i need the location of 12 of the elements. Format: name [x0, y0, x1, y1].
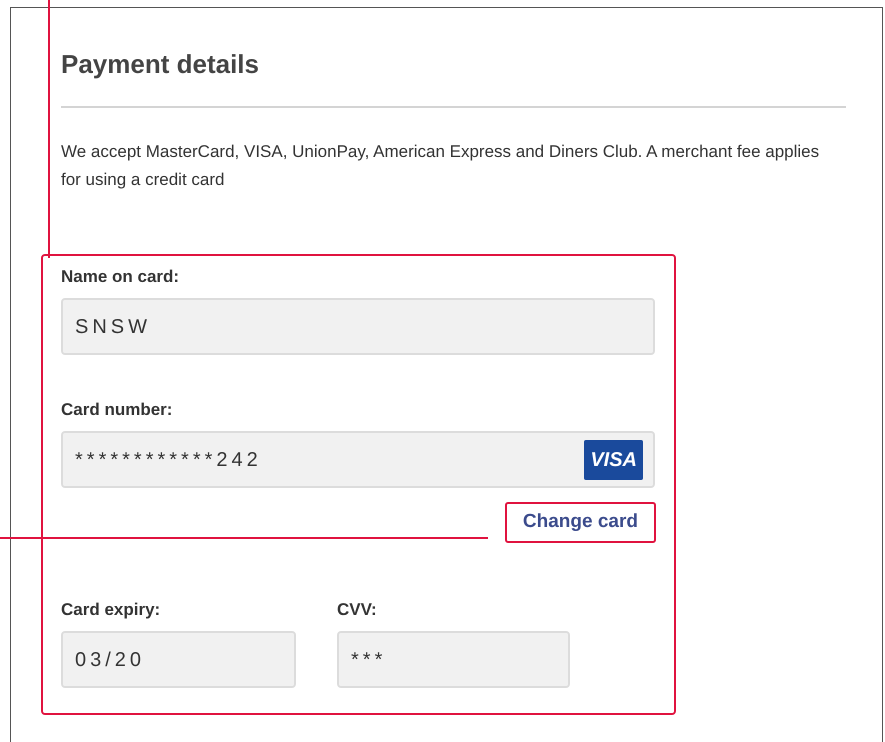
input-field[interactable]: ************242 VISA: [61, 431, 655, 488]
field-label: Card expiry:: [61, 599, 162, 621]
change-card-link[interactable]: Change card: [504, 502, 656, 543]
card-brand-logo: VISA: [584, 440, 643, 480]
input-field[interactable]: SNSW: [61, 298, 655, 355]
accepted-cards-text: We accept MasterCard, VISA, UnionPay, American Express and Diners Club. A merchant fee applies for using a credit card: [61, 141, 820, 191]
field-label: CVV:: [337, 599, 378, 621]
input-field[interactable]: 03/20: [61, 631, 296, 688]
field-label: Name on card:: [61, 266, 180, 288]
field-label: Card number:: [61, 399, 174, 421]
input-field[interactable]: ***: [337, 631, 570, 688]
section-heading: Payment details: [61, 48, 260, 80]
